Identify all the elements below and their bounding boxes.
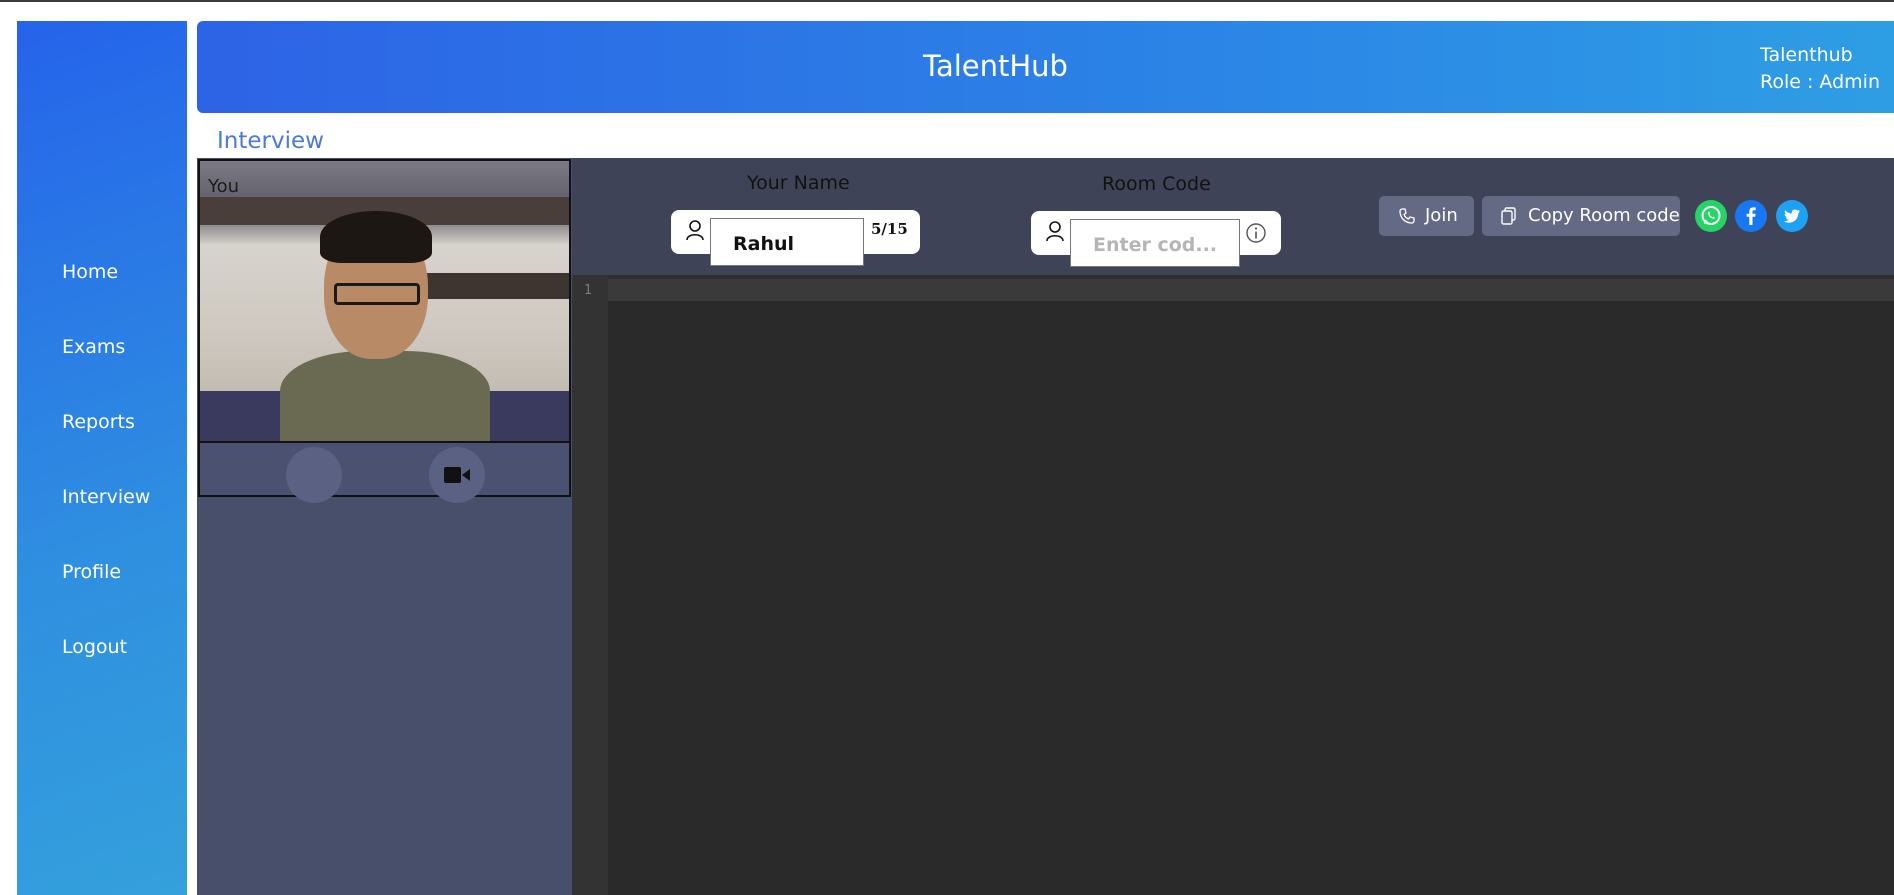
user-name: Talenthub [1760, 44, 1853, 66]
whatsapp-icon [1701, 206, 1721, 225]
copy-room-code-button[interactable]: Copy Room code [1482, 196, 1680, 236]
user-info: Talenthub Role : Admin [1760, 42, 1880, 96]
room-code-label: Room Code [1102, 173, 1211, 195]
sidebar-item-home[interactable]: Home [62, 261, 118, 283]
sidebar: Home Exams Reports Interview Profile Log… [17, 21, 187, 895]
code-editor[interactable]: 1 [572, 275, 1894, 895]
user-role: Role : Admin [1760, 71, 1880, 93]
mic-toggle-button[interactable] [286, 447, 342, 503]
info-icon[interactable] [1245, 222, 1267, 244]
name-char-counter: 5/15 [871, 220, 908, 238]
twitter-icon [1783, 209, 1800, 223]
name-field-label: Your Name [747, 172, 850, 194]
video-person-hair [320, 211, 432, 263]
sidebar-item-profile[interactable]: Profile [62, 561, 121, 583]
copy-icon [1501, 207, 1516, 225]
editor-active-line[interactable] [608, 279, 1894, 301]
room-code-input[interactable]: Enter cod... [1070, 219, 1240, 267]
join-button[interactable]: Join [1379, 196, 1474, 236]
self-video-tile: You [198, 159, 571, 503]
video-person-body [280, 351, 490, 441]
editor-gutter: 1 [572, 275, 608, 895]
copy-room-code-label: Copy Room code [1528, 205, 1680, 226]
sidebar-item-reports[interactable]: Reports [62, 411, 135, 433]
self-video-label: You [208, 176, 240, 197]
name-input[interactable]: Rahul [710, 218, 864, 266]
user-icon [686, 220, 704, 241]
room-code-field: Enter cod... [1031, 211, 1281, 267]
app-brand: TalentHub [923, 49, 1068, 83]
sidebar-item-logout[interactable]: Logout [62, 636, 127, 658]
phone-icon [1399, 208, 1415, 224]
sidebar-item-exams[interactable]: Exams [62, 336, 125, 358]
facebook-share-button[interactable] [1735, 200, 1767, 232]
name-field: Rahul 5/15 [671, 210, 920, 266]
window-top-border [0, 0, 1894, 2]
video-camera-icon [444, 467, 470, 483]
line-number: 1 [584, 283, 592, 298]
whatsapp-share-button[interactable] [1695, 200, 1727, 232]
sidebar-item-interview[interactable]: Interview [62, 486, 150, 508]
camera-toggle-button[interactable] [429, 447, 485, 503]
self-video-feed: You [200, 161, 569, 441]
video-person-glasses [334, 283, 420, 305]
facebook-icon [1746, 207, 1756, 225]
user-icon [1046, 221, 1064, 242]
join-button-label: Join [1425, 205, 1458, 226]
page-title: Interview [217, 128, 324, 154]
video-controls [200, 441, 569, 503]
twitter-share-button[interactable] [1776, 200, 1808, 232]
app-header: TalentHub Talenthub Role : Admin [197, 21, 1894, 113]
